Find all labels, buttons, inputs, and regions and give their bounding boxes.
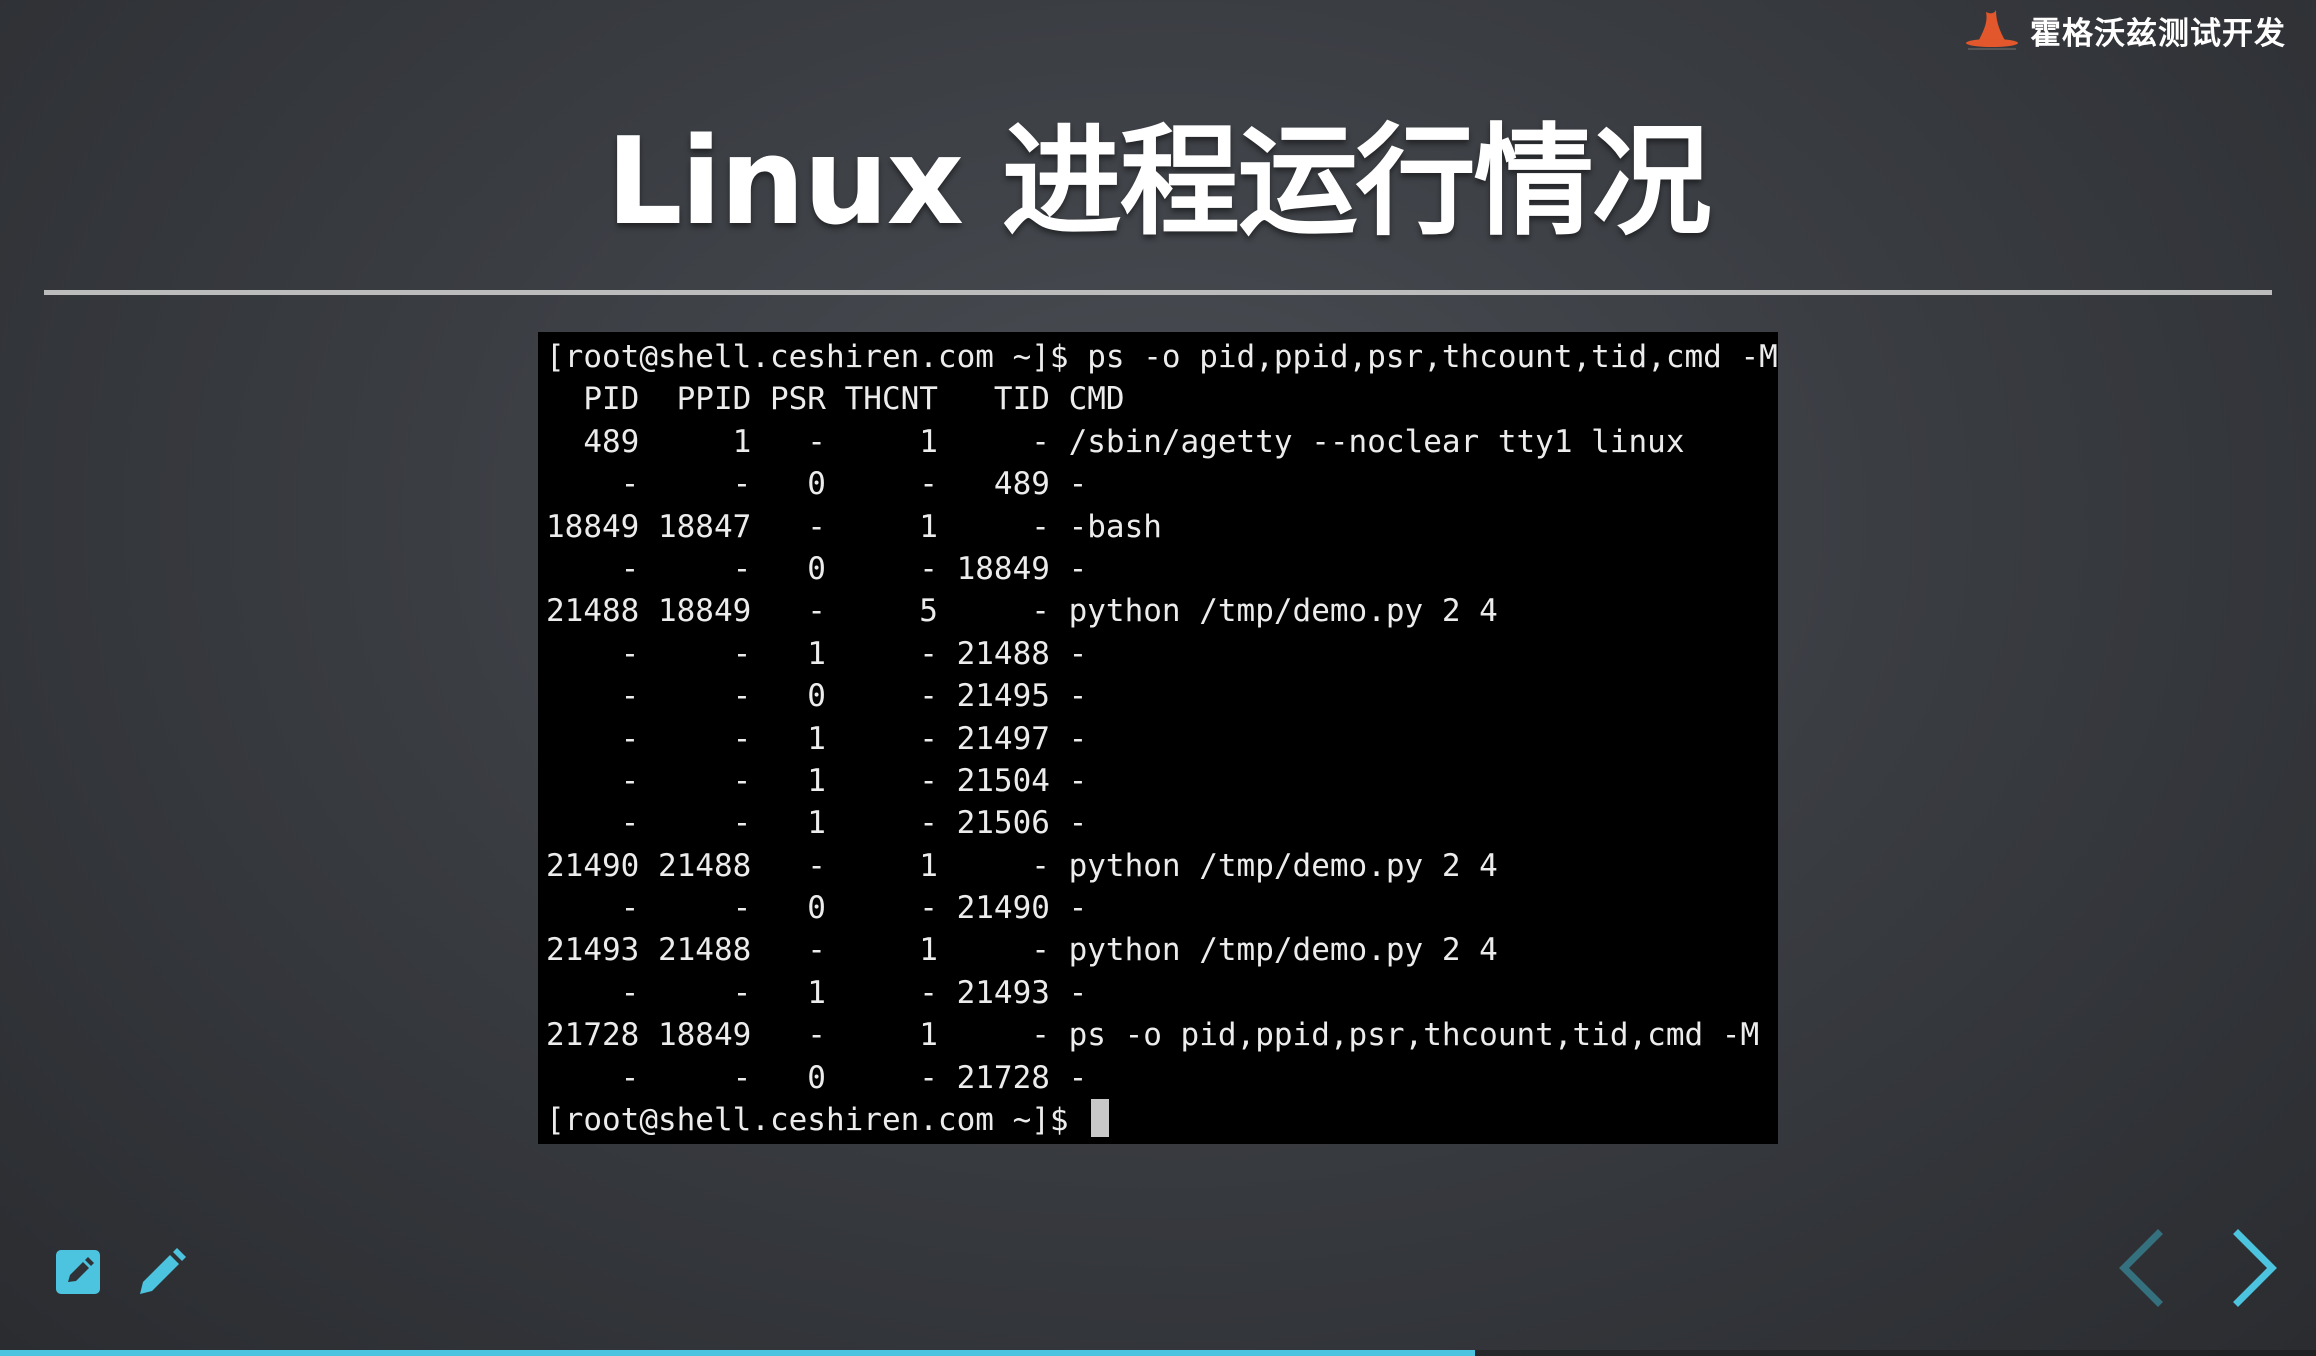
terminal-line: 18849 18847 - 1 - -bash bbox=[546, 508, 1162, 545]
terminal-line: - - 1 - 21497 - bbox=[546, 720, 1088, 757]
next-slide-button[interactable] bbox=[2226, 1228, 2286, 1308]
pencil-button[interactable] bbox=[136, 1246, 186, 1296]
edit-slide-icon bbox=[56, 1250, 100, 1294]
terminal-line: 21490 21488 - 1 - python /tmp/demo.py 2 … bbox=[546, 847, 1498, 884]
wizard-hat-logo-icon bbox=[1966, 10, 2018, 50]
terminal-line: 21488 18849 - 5 - python /tmp/demo.py 2 … bbox=[546, 593, 1498, 630]
slide-progress-bar bbox=[0, 1350, 1476, 1356]
terminal-line: - - 1 - 21488 - bbox=[546, 635, 1088, 672]
terminal-cursor bbox=[1091, 1099, 1110, 1138]
terminal-line: 489 1 - 1 - /sbin/agetty --noclear tty1 … bbox=[546, 423, 1685, 460]
terminal-line: - - 0 - 18849 - bbox=[546, 550, 1088, 587]
previous-slide-button[interactable] bbox=[2112, 1228, 2172, 1308]
slide-progress-track bbox=[0, 1350, 2316, 1356]
chevron-right-icon bbox=[2233, 1229, 2277, 1307]
terminal-line: [root@shell.ceshiren.com ~]$ ps -o pid,p… bbox=[546, 339, 1778, 375]
terminal-line: - - 0 - 21728 - bbox=[546, 1059, 1088, 1096]
terminal-line: - - 1 - 21504 - bbox=[546, 762, 1088, 799]
pencil-icon bbox=[140, 1248, 186, 1294]
terminal-line: 21728 18849 - 1 - ps -o pid,ppid,psr,thc… bbox=[546, 1017, 1760, 1054]
title-divider bbox=[44, 290, 2272, 295]
terminal-line: PID PPID PSR THCNT TID CMD bbox=[546, 381, 1125, 418]
terminal-prompt: [root@shell.ceshiren.com ~]$ bbox=[546, 1102, 1088, 1139]
terminal-output: [root@shell.ceshiren.com ~]$ ps -o pid,p… bbox=[538, 332, 1778, 1144]
brand: 霍格沃兹测试开发 bbox=[1964, 8, 2286, 52]
edit-slide-button[interactable] bbox=[54, 1248, 104, 1298]
terminal-line: - - 0 - 21490 - bbox=[546, 890, 1088, 927]
terminal-line: - - 0 - 489 - bbox=[546, 466, 1088, 503]
brand-name: 霍格沃兹测试开发 bbox=[2030, 15, 2286, 52]
terminal-line: - - 1 - 21506 - bbox=[546, 805, 1088, 842]
terminal-line: - - 0 - 21495 - bbox=[546, 678, 1088, 715]
terminal-prompt-line[interactable]: [root@shell.ceshiren.com ~]$ bbox=[546, 1099, 1770, 1141]
terminal-line: 21493 21488 - 1 - python /tmp/demo.py 2 … bbox=[546, 932, 1498, 969]
terminal-line: - - 1 - 21493 - bbox=[546, 974, 1088, 1011]
chevron-left-icon bbox=[2119, 1229, 2163, 1307]
slide-title: Linux 进程运行情况 bbox=[606, 113, 1712, 252]
